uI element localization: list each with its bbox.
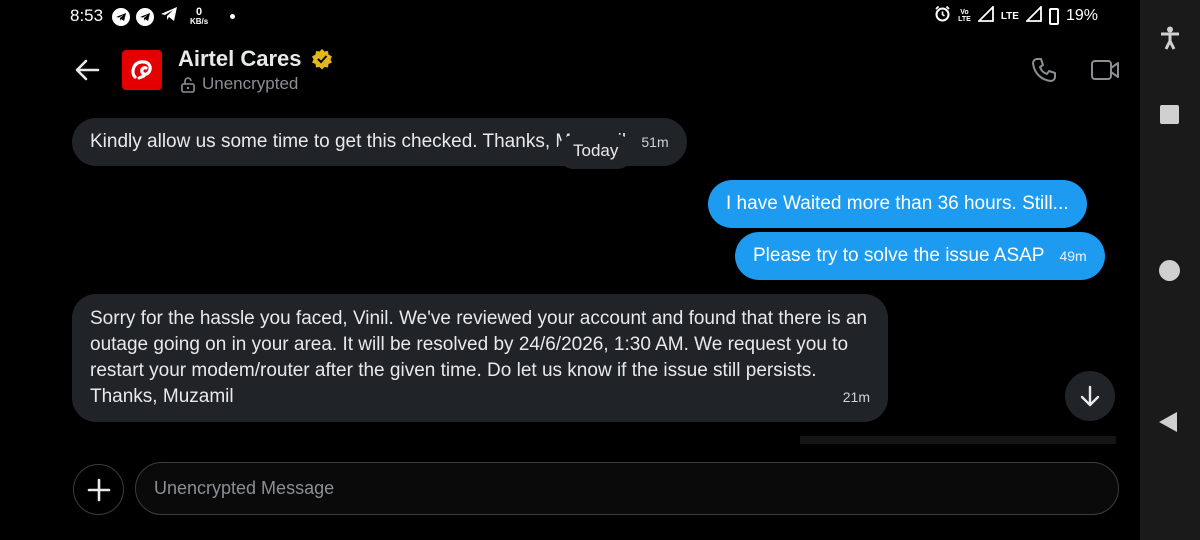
avatar[interactable] [122, 50, 162, 90]
recents-button[interactable] [1160, 105, 1179, 124]
message-bubble-outgoing[interactable]: I have Waited more than 36 hours. Still.… [708, 180, 1087, 228]
message-timestamp: 21m [842, 389, 870, 405]
message-text: Sorry for the hassle you faced, Vinil. W… [90, 308, 868, 407]
telegram-notification-icon [112, 7, 130, 26]
phone-icon [1032, 58, 1056, 82]
message-timestamp: 49m [1059, 248, 1087, 264]
status-bar: 8:53 0 KB/s Vo LTE LTE 19% [0, 0, 1140, 30]
unlocked-icon [181, 76, 195, 93]
message-bubble-incoming[interactable]: Sorry for the hassle you faced, Vinil. W… [72, 294, 888, 422]
message-composer[interactable] [135, 462, 1119, 515]
arrow-down-icon [1080, 385, 1100, 407]
volte-indicator: Vo LTE [958, 9, 971, 23]
airtel-logo-icon [131, 60, 152, 80]
alarm-icon [934, 5, 951, 27]
telegram-plain-icon [160, 6, 178, 27]
add-attachment-button[interactable] [73, 464, 124, 515]
home-button[interactable] [1159, 260, 1180, 281]
volte-label: Vo [960, 9, 969, 16]
status-time: 8:53 [70, 6, 104, 25]
message-text: Kindly allow us some time to get this ch… [90, 131, 627, 152]
scroll-to-bottom-button[interactable] [1065, 371, 1115, 421]
network-speed: 0 KB/s [190, 7, 208, 26]
date-separator: Today [557, 135, 635, 169]
contact-name[interactable]: Airtel Cares [178, 46, 302, 72]
notification-icons: 0 KB/s [112, 6, 236, 27]
battery-percentage: 19% [1065, 7, 1098, 24]
signal-strength-icon [976, 4, 994, 27]
verified-badge-icon [311, 48, 333, 75]
signal-strength-icon-2 [1024, 4, 1042, 27]
conversation-header: Airtel Cares Unencrypted [0, 30, 1140, 110]
message-bubble-outgoing[interactable]: Please try to solve the issue ASAP 49m [735, 232, 1105, 280]
encryption-label: Unencrypted [202, 74, 299, 93]
encryption-status: Unencrypted [180, 74, 298, 94]
message-text: I have Waited more than 36 hours. Still.… [726, 193, 1069, 214]
plus-icon [87, 478, 110, 501]
accessibility-icon[interactable] [1159, 26, 1181, 55]
message-timestamp: 51m [641, 134, 669, 150]
video-call-button[interactable] [1090, 58, 1120, 87]
more-notifications-dot [230, 14, 236, 19]
message-text: Please try to solve the issue ASAP [753, 245, 1045, 266]
message-input[interactable] [154, 463, 1094, 513]
system-navigation-bar [1140, 0, 1200, 540]
voice-call-button[interactable] [1030, 56, 1058, 89]
back-button[interactable] [72, 54, 104, 86]
system-status: Vo LTE LTE 19% [934, 4, 1098, 27]
battery-icon [1048, 7, 1059, 25]
back-triangle-button[interactable] [1159, 412, 1177, 432]
network-type: LTE [1000, 10, 1019, 22]
telegram-notification-icon [136, 7, 154, 26]
volte-lte-label: LTE [958, 16, 971, 23]
arrow-left-icon [75, 59, 100, 81]
network-speed-unit: KB/s [190, 17, 209, 26]
video-camera-icon [1091, 60, 1119, 80]
image-attachment-preview[interactable] [800, 436, 1116, 444]
